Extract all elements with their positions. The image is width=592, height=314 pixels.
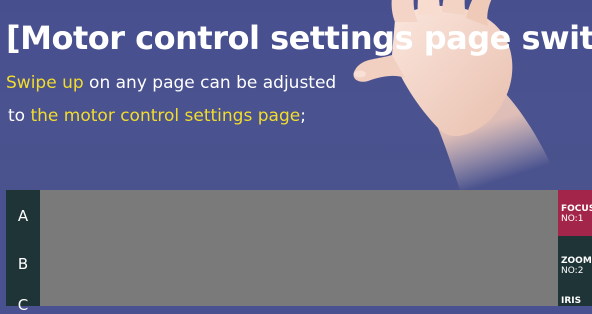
instruction-line-2-suffix: ; <box>300 106 306 126</box>
instruction-line-2: to the motor control settings page; <box>8 104 306 128</box>
instruction-line-1: Swipe up on any page can be adjusted <box>6 71 336 95</box>
instruction-line-1-text: on any page can be adjusted <box>83 73 337 93</box>
zoom-number: NO:2 <box>561 266 584 276</box>
left-button-column: A B C <box>6 190 40 314</box>
motor-settings-highlight: the motor control settings page <box>30 106 301 126</box>
swipe-up-highlight: Swipe up <box>6 73 84 93</box>
instruction-banner: [Motor control settings page switch] Swi… <box>0 0 592 190</box>
c-button[interactable]: C <box>6 296 40 314</box>
iris-label: IRIS <box>561 296 582 306</box>
instruction-line-2-prefix: to <box>8 106 31 126</box>
focus-button[interactable]: FOCUS NO:1 <box>558 190 592 236</box>
b-button[interactable]: B <box>6 255 40 273</box>
a-button[interactable]: A <box>6 207 40 225</box>
focus-number: NO:1 <box>561 214 584 224</box>
motor-control-panel: A B C FOCUS NO:1 ZOOM NO:2 IRIS <box>6 190 592 314</box>
page-title: [Motor control settings page switch] <box>6 19 592 57</box>
zoom-label: ZOOM <box>561 256 592 266</box>
focus-label: FOCUS <box>561 204 592 214</box>
right-motor-column: FOCUS NO:1 ZOOM NO:2 IRIS <box>558 190 592 306</box>
